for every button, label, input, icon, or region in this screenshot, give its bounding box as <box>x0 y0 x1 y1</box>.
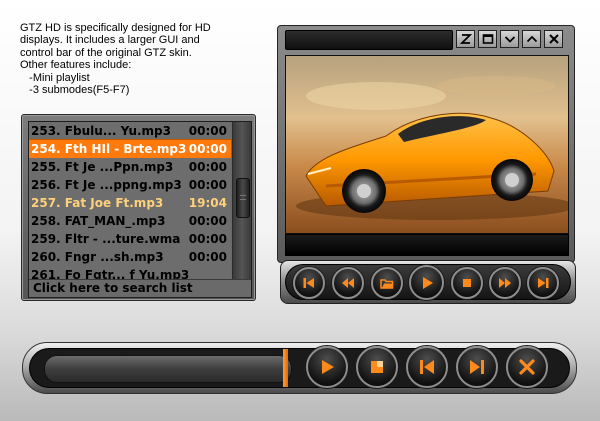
playlist-row[interactable]: 256. Ft Je ...ppng.mp3 00:00 <box>29 176 231 194</box>
description-line: Other features include: <box>20 59 132 72</box>
skin-description: GTZ HD is specifically designed for HD d… <box>20 22 270 96</box>
main-previous-button[interactable] <box>406 346 448 388</box>
z-icon <box>459 30 472 49</box>
track-title: 261. Fo Fgtr... f Yu.mp3 <box>31 268 190 280</box>
playlist-panel: 253. Fbulu... Yu.mp3 00:00 254. Fth HIl … <box>28 121 252 298</box>
seek-bar[interactable] <box>44 355 292 383</box>
mini-control-bar <box>280 260 576 304</box>
mini-previous-button[interactable] <box>293 267 325 299</box>
chevron-down-icon <box>504 30 516 49</box>
main-control-bar <box>22 342 577 394</box>
stop-icon <box>461 277 473 289</box>
rewind-icon <box>341 276 355 290</box>
skip-previous-icon <box>302 276 316 290</box>
description-line: control bar of the original GTZ skin. <box>20 46 192 59</box>
playlist-row[interactable]: 253. Fbulu... Yu.mp3 00:00 <box>29 122 231 140</box>
close-window-button[interactable] <box>544 30 563 48</box>
track-title: 253. Fbulu... Yu.mp3 <box>31 124 171 138</box>
track-duration: 00:00 <box>188 232 227 246</box>
mini-playlist-window: 253. Fbulu... Yu.mp3 00:00 254. Fth HIl … <box>21 114 256 301</box>
search-list-label: Click here to search list <box>33 281 193 295</box>
track-duration: 00:00 <box>188 214 227 228</box>
track-title: 255. Ft Je ...Ppn.mp3 <box>31 160 174 174</box>
folder-open-icon <box>380 276 394 290</box>
track-title: 258. FAT_MAN_.mp3 <box>31 214 166 228</box>
track-title: 256. Ft Je ...ppng.mp3 <box>31 178 182 192</box>
video-screen[interactable] <box>285 55 569 234</box>
close-icon <box>518 358 536 376</box>
video-frame-sports-car <box>286 56 568 233</box>
z-button[interactable] <box>456 30 475 48</box>
main-close-button[interactable] <box>506 346 548 388</box>
stop-icon <box>369 359 385 375</box>
shade-up-button[interactable] <box>522 30 541 48</box>
play-icon <box>419 275 435 291</box>
chevron-up-icon <box>526 30 538 49</box>
mini-stop-button[interactable] <box>451 267 483 299</box>
description-line: GTZ HD is specifically designed for HD <box>20 22 211 34</box>
skip-next-icon <box>468 358 486 376</box>
playlist-row[interactable]: 255. Ft Je ...Ppn.mp3 00:00 <box>29 158 231 176</box>
mini-next-button[interactable] <box>527 267 559 299</box>
main-stop-button[interactable] <box>356 346 398 388</box>
description-line: -3 submodes(F5-F7) <box>20 84 130 97</box>
search-list-button[interactable]: Click here to search list <box>29 279 251 297</box>
playlist-row[interactable]: 260. Fngr ...sh.mp3 00:00 <box>29 248 231 266</box>
fast-forward-icon <box>498 276 512 290</box>
close-icon <box>548 30 560 49</box>
playlist-row[interactable]: 259. Fltr - ...ture.wma 00:00 <box>29 230 231 248</box>
seek-bar-end-marker <box>283 349 288 387</box>
playlist-row[interactable]: 258. FAT_MAN_.mp3 00:00 <box>29 212 231 230</box>
window-titlebar[interactable] <box>285 30 453 50</box>
shade-down-button[interactable] <box>500 30 519 48</box>
track-duration: 00:00 <box>188 142 227 156</box>
description-line: -Mini playlist <box>20 71 90 84</box>
playlist-row[interactable]: 254. Fth HIl - Brte.mp3 00:00 <box>29 139 231 159</box>
playlist-rows: 253. Fbulu... Yu.mp3 00:00 254. Fth HIl … <box>29 122 231 280</box>
track-title: 254. Fth HIl - Brte.mp3 <box>31 142 187 156</box>
playlist-row[interactable]: 257. Fat Joe Ft.mp3 19:04 <box>29 194 231 212</box>
playlist-scrollbar[interactable] <box>232 122 251 280</box>
track-duration: 00:00 <box>188 250 227 264</box>
track-title: 259. Fltr - ...ture.wma <box>31 232 181 246</box>
description-line: displays. It includes a larger GUI and <box>20 34 200 47</box>
mini-play-button[interactable] <box>409 265 444 300</box>
track-duration: 00:00 <box>188 160 227 174</box>
skip-next-icon <box>536 276 550 290</box>
scrollbar-thumb[interactable] <box>236 178 250 218</box>
video-status-bar <box>285 234 569 256</box>
skip-previous-icon <box>418 358 436 376</box>
track-duration: 19:04 <box>188 196 227 210</box>
main-play-button[interactable] <box>306 346 348 388</box>
track-duration: 00:00 <box>188 124 227 138</box>
restore-icon <box>482 30 494 49</box>
track-title: 257. Fat Joe Ft.mp3 <box>31 196 164 210</box>
restore-button[interactable] <box>478 30 497 48</box>
track-title: 260. Fngr ...sh.mp3 <box>31 250 164 264</box>
mini-open-button[interactable] <box>371 267 403 299</box>
track-duration: 00:00 <box>188 178 227 192</box>
video-window <box>277 25 575 263</box>
mini-rewind-button[interactable] <box>332 267 364 299</box>
main-next-button[interactable] <box>456 346 498 388</box>
playlist-row[interactable]: 261. Fo Fgtr... f Yu.mp3 <box>29 266 231 280</box>
mini-forward-button[interactable] <box>489 267 521 299</box>
play-icon <box>318 358 336 376</box>
